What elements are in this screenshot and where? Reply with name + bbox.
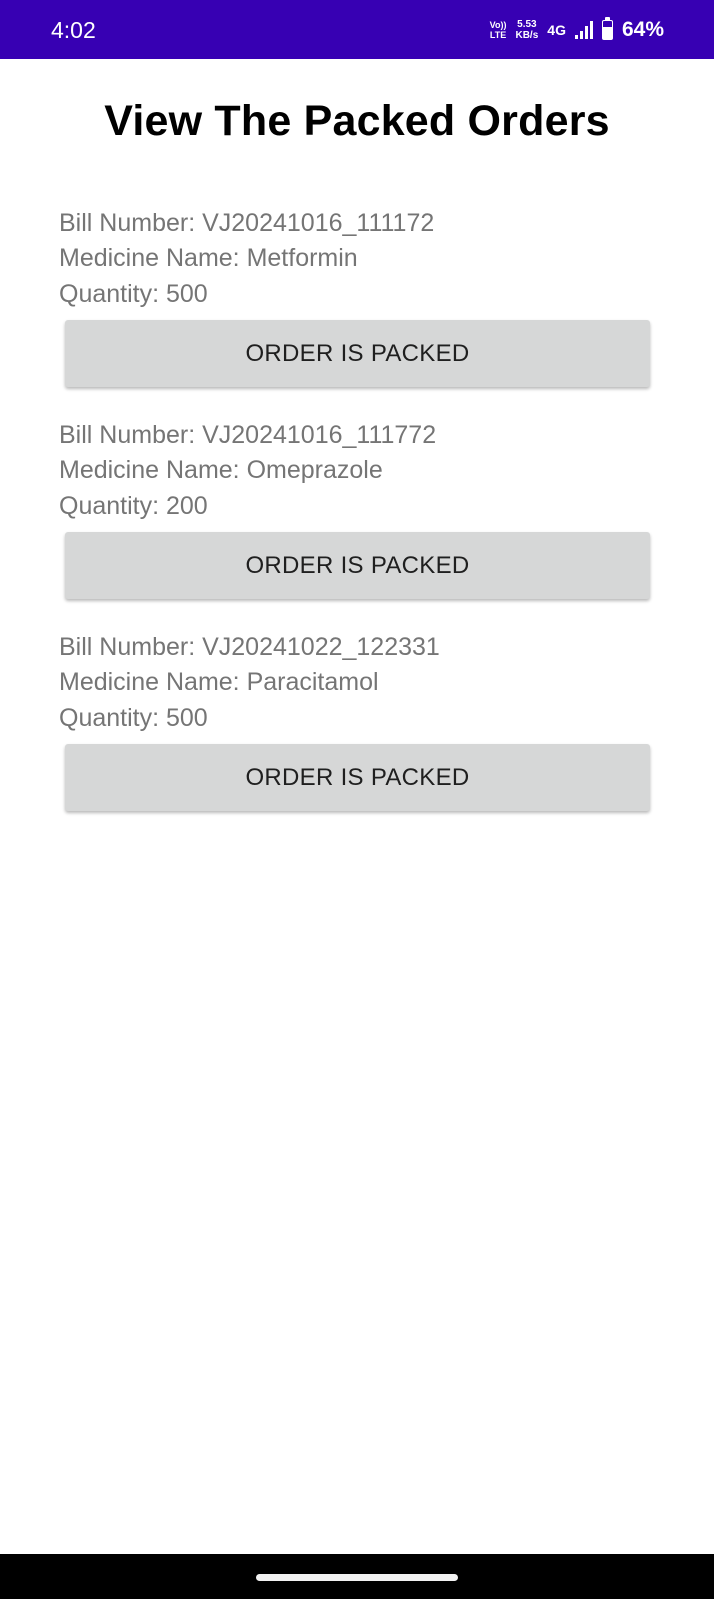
quantity: Quantity: 500 bbox=[59, 704, 208, 732]
order-packed-button[interactable]: ORDER IS PACKED bbox=[65, 744, 650, 811]
bill-number: Bill Number: VJ20241016_111172 bbox=[59, 209, 435, 237]
volte-bottom-label: LTE bbox=[489, 30, 507, 40]
page-title: View The Packed Orders bbox=[104, 97, 610, 145]
quantity: Quantity: 500 bbox=[59, 280, 208, 308]
navigation-bar bbox=[0, 1554, 714, 1599]
bill-number: Bill Number: VJ20241022_122331 bbox=[59, 633, 440, 661]
quantity: Quantity: 200 bbox=[59, 492, 208, 520]
battery-fill bbox=[602, 27, 612, 39]
medicine-name: Medicine Name: Paracitamol bbox=[59, 668, 379, 696]
home-gesture-handle[interactable] bbox=[256, 1574, 458, 1581]
network-speed-value: 5.53 bbox=[517, 19, 537, 30]
status-time: 4:02 bbox=[51, 17, 96, 43]
order-packed-button[interactable]: ORDER IS PACKED bbox=[65, 320, 650, 387]
network-speed: 5.53 KB/s bbox=[515, 19, 538, 41]
volte-icon: Vo)) LTE bbox=[490, 20, 507, 40]
medicine-name: Medicine Name: Metformin bbox=[59, 244, 358, 272]
network-speed-unit: KB/s bbox=[515, 30, 539, 41]
order-packed-button[interactable]: ORDER IS PACKED bbox=[65, 532, 650, 599]
signal-icon bbox=[574, 21, 593, 39]
battery-percent: 64% bbox=[621, 18, 664, 41]
status-icons: Vo)) LTE 5.53 KB/s 4G 64% bbox=[490, 14, 664, 46]
bill-number: Bill Number: VJ20241016_111772 bbox=[59, 421, 437, 449]
network-type-label: 4G bbox=[547, 22, 566, 38]
battery-icon bbox=[601, 17, 613, 40]
medicine-name: Medicine Name: Omeprazole bbox=[59, 456, 383, 484]
volte-top-label: Vo)) bbox=[489, 20, 507, 30]
status-bar: 4:02 Vo)) LTE 5.53 KB/s 4G 64% bbox=[0, 0, 714, 59]
